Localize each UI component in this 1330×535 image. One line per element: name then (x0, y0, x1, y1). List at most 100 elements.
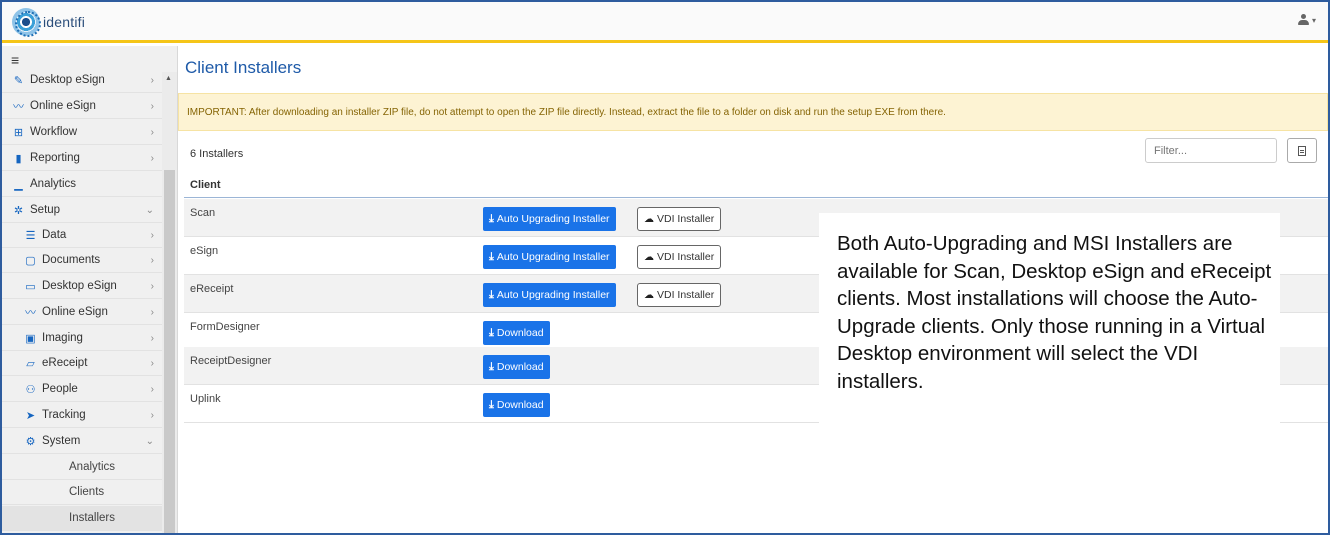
sidebar-item-online-esign-setup[interactable]: 〰 Online eSign › (2, 300, 162, 325)
client-name: eSign (190, 245, 219, 257)
filter-input[interactable] (1145, 138, 1277, 163)
download-button[interactable]: ⤓ Download (483, 393, 550, 417)
button-label: Auto Upgrading Installer (496, 251, 610, 263)
cloud-download-icon: ☁ (644, 213, 654, 225)
sidebar-item-desktop-esign[interactable]: ✎ Desktop eSign › (2, 68, 162, 93)
download-button[interactable]: ⤓ Download (483, 321, 550, 345)
warning-alert: IMPORTANT: After downloading an installe… (178, 93, 1328, 131)
button-label: Download (496, 399, 544, 411)
image-icon: ▣ (25, 332, 36, 345)
cogs-icon: ⚙ (25, 435, 36, 448)
auto-upgrading-installer-button[interactable]: ⤓ Auto Upgrading Installer (483, 283, 616, 307)
sidebar-item-installers[interactable]: Installers (2, 506, 162, 531)
sidebar-item-label: Tracking (42, 409, 86, 421)
chevron-right-icon: › (150, 126, 154, 138)
sidebar-item-label: Documents (42, 254, 101, 266)
scrollbar-thumb[interactable] (164, 170, 175, 533)
user-icon (1297, 14, 1309, 26)
vdi-installer-button[interactable]: ☁ VDI Installer (637, 245, 722, 269)
button-label: VDI Installer (657, 213, 715, 225)
button-label: Auto Upgrading Installer (496, 213, 610, 225)
sidebar-item-documents[interactable]: ▢ Documents › (2, 248, 162, 273)
sidebar-item-label: Data (42, 229, 67, 241)
chevron-right-icon: › (150, 254, 154, 266)
vdi-installer-button[interactable]: ☁ VDI Installer (637, 283, 722, 307)
sidebar-item-label: Workflow (30, 126, 78, 138)
sidebar-item-people[interactable]: ⚇ People › (2, 377, 162, 402)
download-icon: ⤓ (489, 326, 494, 339)
column-header-client: Client (190, 178, 221, 191)
sidebar: ≡ ✎ Desktop eSign › 〰 Online eSign › ⊞ W… (2, 46, 178, 533)
file-icon: ▮ (15, 152, 22, 165)
page-title: Client Installers (185, 58, 302, 77)
users-icon: ⚇ (25, 383, 36, 396)
cloud-download-icon: ☁ (644, 289, 654, 301)
chevron-right-icon: › (150, 409, 154, 421)
download-icon: ⤓ (489, 212, 494, 225)
sidebar-item-label: Reporting (30, 152, 80, 164)
sidebar-item-imaging[interactable]: ▣ Imaging › (2, 326, 162, 351)
annotation-callout: Both Auto-Upgrading and MSI Installers a… (819, 213, 1280, 533)
sidebar-item-system[interactable]: ⚙ System ⌄ (2, 429, 162, 454)
chevron-right-icon: › (150, 152, 154, 164)
client-name: ReceiptDesigner (190, 355, 272, 367)
client-name: Scan (190, 207, 216, 219)
chevron-right-icon: › (150, 280, 154, 292)
sidebar-item-label: System (42, 435, 81, 447)
download-icon: ⤓ (489, 288, 494, 301)
sidebar-item-clients[interactable]: Clients (2, 480, 162, 505)
logo[interactable]: identifi (12, 8, 85, 37)
client-name: FormDesigner (190, 321, 260, 333)
chevron-right-icon: › (150, 383, 154, 395)
download-button[interactable]: ⤓ Download (483, 355, 550, 379)
download-icon: ⤓ (489, 250, 494, 263)
table-header: Client (184, 172, 1328, 198)
sidebar-item-tracking[interactable]: ➤ Tracking › (2, 403, 162, 428)
export-button[interactable] (1287, 138, 1317, 163)
chevron-down-icon: ⌄ (145, 435, 154, 447)
sidebar-scrollbar[interactable]: ▲ (162, 72, 177, 533)
sidebar-item-label: Analytics (30, 178, 77, 190)
button-label: Auto Upgrading Installer (496, 289, 610, 301)
sidebar-item-label: Desktop eSign (30, 74, 105, 86)
sidebar-item-data[interactable]: ☰ Data › (2, 223, 162, 248)
button-label: VDI Installer (657, 289, 715, 301)
button-label: VDI Installer (657, 251, 715, 263)
scroll-up-icon[interactable]: ▲ (165, 75, 172, 82)
vdi-installer-button[interactable]: ☁ VDI Installer (637, 207, 722, 231)
chevron-right-icon: › (150, 357, 154, 369)
auto-upgrading-installer-button[interactable]: ⤓ Auto Upgrading Installer (483, 245, 616, 269)
location-arrow-icon: ➤ (25, 409, 36, 422)
sidebar-item-online-esign[interactable]: 〰 Online eSign › (2, 94, 162, 119)
button-label: Download (496, 327, 544, 339)
sidebar-item-desktop-esign-setup[interactable]: ▭ Desktop eSign › (2, 274, 162, 299)
sidebar-item-system-analytics[interactable]: Analytics (2, 455, 162, 480)
chevron-right-icon: › (150, 332, 154, 344)
sitemap-icon: ⊞ (13, 126, 24, 139)
download-icon: ⤓ (489, 360, 494, 373)
clipboard-icon: ▢ (25, 254, 36, 267)
button-label: Download (496, 361, 544, 373)
sidebar-item-label: Clients (69, 486, 105, 498)
sidebar-item-label: Online eSign (42, 306, 108, 318)
sidebar-item-label: Online eSign (30, 100, 96, 112)
hamburger-menu-icon[interactable]: ≡ (11, 52, 19, 68)
top-bar: identifi ▾ (2, 2, 1328, 43)
sidebar-item-ereceipt[interactable]: ▱ eReceipt › (2, 351, 162, 376)
gear-icon: ✲ (13, 204, 24, 217)
receipt-icon: ▱ (26, 357, 35, 370)
sidebar-item-workflow[interactable]: ⊞ Workflow › (2, 120, 162, 145)
auto-upgrading-installer-button[interactable]: ⤓ Auto Upgrading Installer (483, 207, 616, 231)
sidebar-item-setup[interactable]: ✲ Setup ⌄ (2, 198, 162, 223)
sidebar-item-label: Setup (30, 204, 61, 216)
area-chart-icon: ▁ (14, 178, 23, 191)
sidebar-item-label: Installers (69, 512, 116, 524)
user-menu[interactable]: ▾ (1297, 14, 1316, 26)
database-icon: ☰ (25, 229, 36, 242)
sidebar-item-analytics[interactable]: ▁ Analytics (2, 172, 162, 197)
sidebar-item-reporting[interactable]: ▮ Reporting › (2, 146, 162, 171)
client-name: Uplink (190, 393, 221, 405)
installer-count: 6 Installers (190, 148, 244, 160)
download-icon: ⤓ (489, 398, 494, 411)
sidebar-item-label: Desktop eSign (42, 280, 117, 292)
